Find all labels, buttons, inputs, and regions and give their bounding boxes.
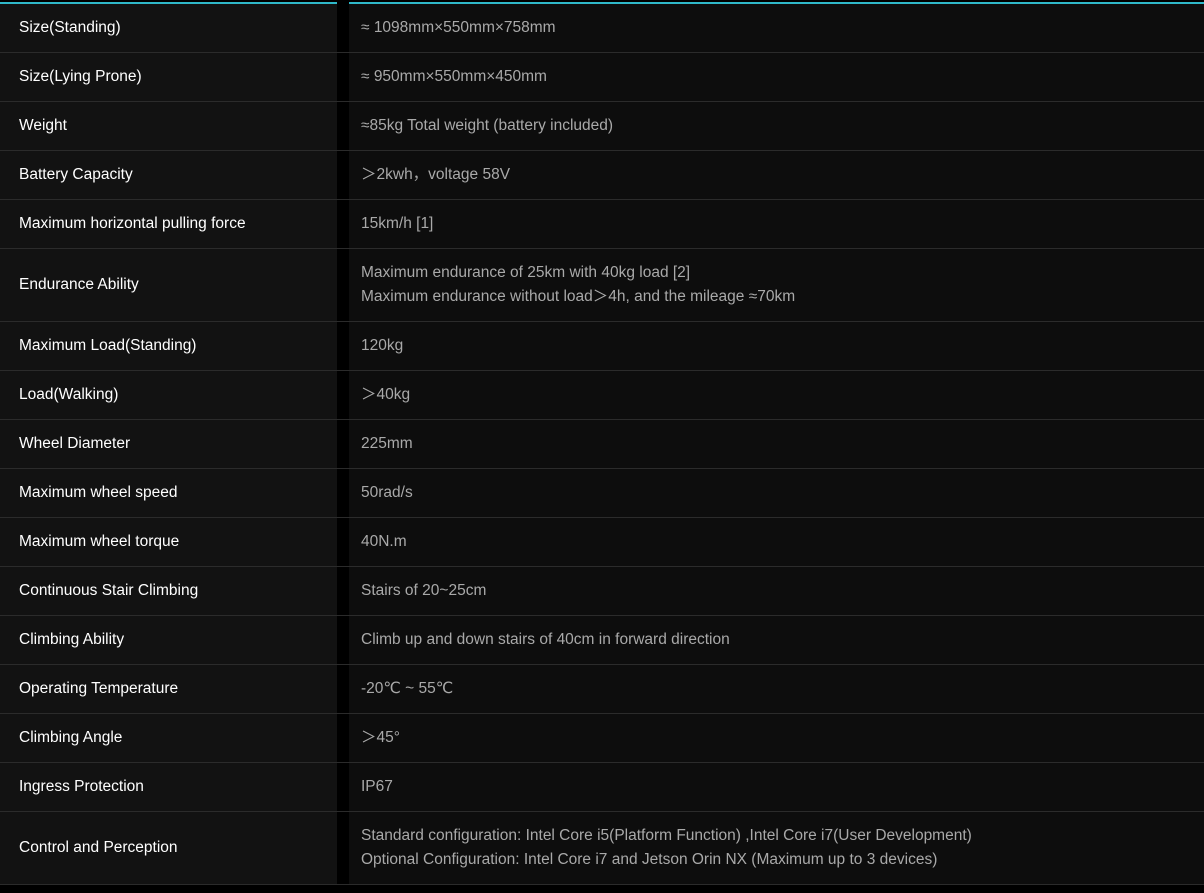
spec-row-ingress-protection: Ingress Protection IP67: [0, 763, 1204, 812]
spec-label: Maximum Load(Standing): [0, 322, 337, 370]
spec-value-cell: Standard configuration: Intel Core i5(Pl…: [349, 812, 1204, 884]
spec-value: Maximum endurance without load＞4h, and t…: [361, 288, 796, 305]
spec-value: 120kg: [361, 337, 404, 354]
spec-value-cell: ＞40kg: [349, 371, 1204, 419]
column-gap: [337, 812, 349, 884]
spec-label: Operating Temperature: [0, 665, 337, 713]
spec-row-max-wheel-speed: Maximum wheel speed 50rad/s: [0, 469, 1204, 518]
spec-value: Stairs of 20~25cm: [361, 582, 487, 599]
spec-value: Standard configuration: Intel Core i5(Pl…: [361, 827, 972, 844]
spec-value: ≈ 1098mm×550mm×758mm: [361, 19, 556, 36]
spec-label: Weight: [0, 102, 337, 150]
spec-value-cell: 40N.m: [349, 518, 1204, 566]
spec-value-cell: 120kg: [349, 322, 1204, 370]
spec-table: Size(Standing) ≈ 1098mm×550mm×758mm Size…: [0, 0, 1204, 893]
spec-label: Climbing Angle: [0, 714, 337, 762]
spec-label: Size(Lying Prone): [0, 53, 337, 101]
column-gap: [337, 200, 349, 248]
spec-row-climbing-ability: Climbing Ability Climb up and down stair…: [0, 616, 1204, 665]
spec-value: ＞2kwh，voltage 58V: [361, 166, 511, 183]
spec-value: ＞45°: [361, 729, 400, 746]
spec-label: Battery Capacity: [0, 151, 337, 199]
spec-value-cell: 15km/h [1]: [349, 200, 1204, 248]
spec-value: 40N.m: [361, 533, 407, 550]
spec-value: 15km/h [1]: [361, 215, 434, 232]
spec-label: Climbing Ability: [0, 616, 337, 664]
spec-row-size-lying-prone: Size(Lying Prone) ≈ 950mm×550mm×450mm: [0, 53, 1204, 102]
column-gap: [337, 420, 349, 468]
spec-value-cell: IP67: [349, 763, 1204, 811]
spec-value-cell: 225mm: [349, 420, 1204, 468]
spec-label: Maximum horizontal pulling force: [0, 200, 337, 248]
spec-value-cell: ≈ 950mm×550mm×450mm: [349, 53, 1204, 101]
spec-label: Wheel Diameter: [0, 420, 337, 468]
spec-value-cell: Maximum endurance of 25km with 40kg load…: [349, 249, 1204, 321]
spec-value-cell: ≈85kg Total weight (battery included): [349, 102, 1204, 150]
column-gap: [337, 4, 349, 52]
spec-value-cell: ＞2kwh，voltage 58V: [349, 151, 1204, 199]
spec-row-max-load-standing: Maximum Load(Standing) 120kg: [0, 322, 1204, 371]
spec-row-load-walking: Load(Walking) ＞40kg: [0, 371, 1204, 420]
spec-label: Ingress Protection: [0, 763, 337, 811]
column-gap: [337, 102, 349, 150]
spec-row-control-and-perception: Control and Perception Standard configur…: [0, 812, 1204, 885]
spec-row-size-standing: Size(Standing) ≈ 1098mm×550mm×758mm: [0, 4, 1204, 53]
column-gap: [337, 371, 349, 419]
spec-value: -20℃ ~ 55℃: [361, 680, 454, 697]
spec-label: Continuous Stair Climbing: [0, 567, 337, 615]
column-gap: [337, 616, 349, 664]
column-gap: [337, 763, 349, 811]
spec-row-operating-temperature: Operating Temperature -20℃ ~ 55℃: [0, 665, 1204, 714]
spec-label: Control and Perception: [0, 812, 337, 884]
spec-row-max-wheel-torque: Maximum wheel torque 40N.m: [0, 518, 1204, 567]
spec-label: Size(Standing): [0, 4, 337, 52]
spec-row-max-horizontal-pulling-force: Maximum horizontal pulling force 15km/h …: [0, 200, 1204, 249]
spec-value: ≈85kg Total weight (battery included): [361, 117, 614, 134]
spec-value: 50rad/s: [361, 484, 413, 501]
spec-label: Maximum wheel speed: [0, 469, 337, 517]
column-gap: [337, 665, 349, 713]
spec-value: Optional Configuration: Intel Core i7 an…: [361, 851, 938, 868]
spec-value-cell: -20℃ ~ 55℃: [349, 665, 1204, 713]
spec-row-battery-capacity: Battery Capacity ＞2kwh，voltage 58V: [0, 151, 1204, 200]
spec-value-cell: ≈ 1098mm×550mm×758mm: [349, 4, 1204, 52]
spec-value: Climb up and down stairs of 40cm in forw…: [361, 631, 730, 648]
spec-value-cell: Climb up and down stairs of 40cm in forw…: [349, 616, 1204, 664]
spec-row-weight: Weight ≈85kg Total weight (battery inclu…: [0, 102, 1204, 151]
spec-label: Maximum wheel torque: [0, 518, 337, 566]
spec-label: Endurance Ability: [0, 249, 337, 321]
spec-value-cell: Stairs of 20~25cm: [349, 567, 1204, 615]
spec-value: Maximum endurance of 25km with 40kg load…: [361, 264, 691, 281]
spec-value-cell: 50rad/s: [349, 469, 1204, 517]
spec-value: ＞40kg: [361, 386, 411, 403]
spec-row-continuous-stair-climbing: Continuous Stair Climbing Stairs of 20~2…: [0, 567, 1204, 616]
spec-row-climbing-angle: Climbing Angle ＞45°: [0, 714, 1204, 763]
column-gap: [337, 714, 349, 762]
spec-row-endurance-ability: Endurance Ability Maximum endurance of 2…: [0, 249, 1204, 322]
spec-value-cell: ＞45°: [349, 714, 1204, 762]
spec-label: Load(Walking): [0, 371, 337, 419]
spec-value: 225mm: [361, 435, 413, 452]
spec-rows: Size(Standing) ≈ 1098mm×550mm×758mm Size…: [0, 4, 1204, 885]
column-gap: [337, 53, 349, 101]
column-gap: [337, 249, 349, 321]
spec-value: ≈ 950mm×550mm×450mm: [361, 68, 547, 85]
spec-row-wheel-diameter: Wheel Diameter 225mm: [0, 420, 1204, 469]
column-gap: [337, 151, 349, 199]
spec-value: IP67: [361, 778, 393, 795]
column-gap: [337, 518, 349, 566]
column-gap: [337, 322, 349, 370]
column-gap: [337, 469, 349, 517]
column-gap: [337, 567, 349, 615]
